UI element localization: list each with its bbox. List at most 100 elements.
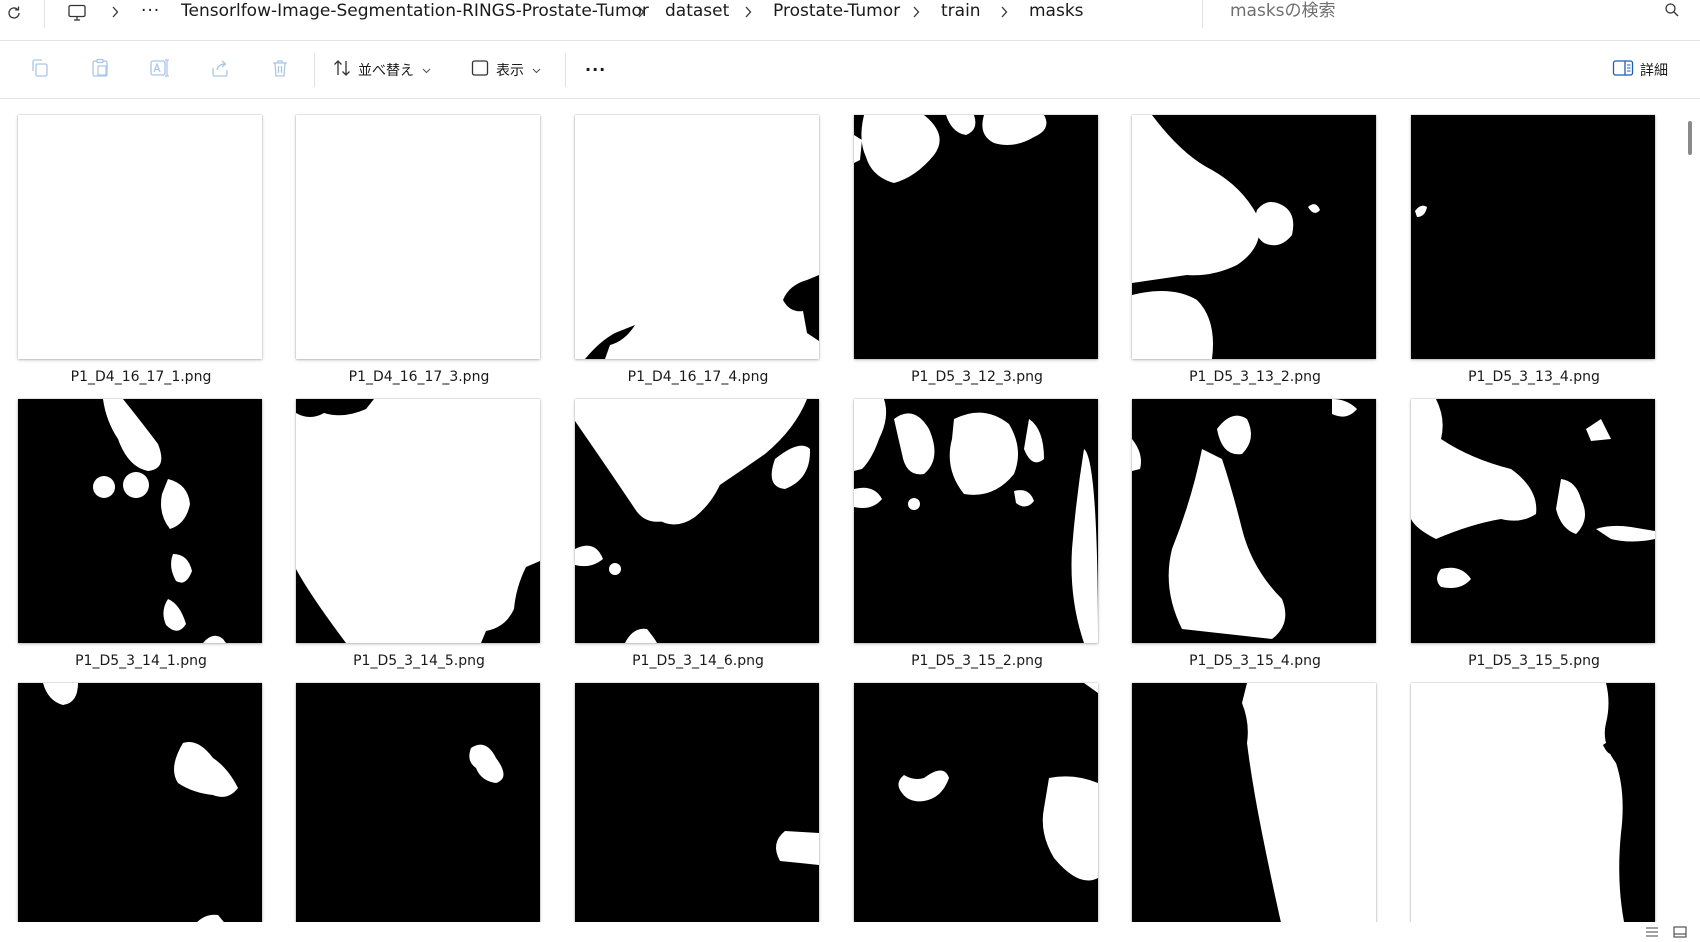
file-item[interactable]: P1_D5_3_15_4.png: [1132, 399, 1378, 669]
file-item[interactable]: P1_D5_3_14_1.png: [18, 399, 264, 669]
copy-button[interactable]: [28, 58, 52, 82]
this-pc-button[interactable]: [64, 0, 90, 30]
breadcrumb-item[interactable]: Prostate-Tumor: [773, 0, 900, 25]
refresh-icon: [6, 5, 22, 25]
file-thumbnail: [854, 683, 1098, 922]
file-item[interactable]: [18, 683, 264, 922]
delete-button[interactable]: [268, 58, 292, 82]
rename-button[interactable]: [148, 58, 172, 82]
file-thumbnail: [296, 115, 540, 359]
search-icon[interactable]: [1664, 2, 1680, 22]
copy-icon: [30, 58, 50, 82]
breadcrumb-item[interactable]: Tensorlfow-Image-Segmentation-RINGS-Pros…: [181, 0, 649, 25]
refresh-button[interactable]: [2, 0, 26, 30]
file-item[interactable]: P1_D4_16_17_4.png: [575, 115, 821, 385]
file-thumbnail: [296, 683, 540, 922]
file-item[interactable]: [854, 683, 1100, 922]
more-options-button[interactable]: ···: [585, 54, 606, 84]
details-pane-icon: [1612, 59, 1634, 81]
file-thumbnail: [854, 399, 1098, 643]
view-label: 表示: [496, 63, 524, 79]
file-name: P1_D5_3_14_1.png: [75, 653, 207, 669]
file-item[interactable]: P1_D5_3_12_3.png: [854, 115, 1100, 385]
file-thumbnail: [575, 399, 819, 643]
address-divider: [1202, 0, 1203, 28]
list-view-icon: [1645, 923, 1659, 942]
search-placeholder: masksの検索: [1230, 1, 1336, 21]
file-name: P1_D4_16_17_1.png: [70, 369, 212, 385]
share-icon: [210, 58, 230, 82]
file-grid: P1_D4_16_17_1.png P1_D4_16_17_3.png P1_D4_…: [0, 99, 1680, 922]
file-name: P1_D5_3_14_5.png: [353, 653, 485, 669]
file-name: P1_D5_3_12_3.png: [911, 369, 1043, 385]
file-name: P1_D5_3_15_5.png: [1468, 653, 1600, 669]
file-item[interactable]: [296, 683, 542, 922]
chevron-right-icon[interactable]: [108, 2, 122, 22]
search-input[interactable]: masksの検索: [1212, 0, 1700, 28]
breadcrumb-item[interactable]: train: [941, 0, 981, 25]
paste-button[interactable]: [88, 58, 112, 82]
chevron-right-icon[interactable]: [634, 2, 648, 22]
view-button[interactable]: 表示: [470, 55, 541, 85]
file-item[interactable]: [1132, 683, 1378, 922]
file-name: P1_D5_3_14_6.png: [632, 653, 764, 669]
file-item[interactable]: P1_D5_3_13_4.png: [1411, 115, 1657, 385]
toolbar-separator: [314, 53, 315, 87]
chevron-right-icon[interactable]: [741, 2, 755, 22]
large-icons-view-button[interactable]: [1672, 924, 1688, 940]
sort-button[interactable]: 並べ替え: [332, 55, 431, 85]
file-thumbnail: [575, 683, 819, 922]
view-icon: [470, 58, 490, 82]
file-name: P1_D5_3_15_2.png: [911, 653, 1043, 669]
file-item[interactable]: P1_D4_16_17_3.png: [296, 115, 542, 385]
paste-icon: [90, 58, 110, 82]
address-divider: [44, 0, 45, 28]
chevron-down-icon: [532, 62, 541, 78]
share-button[interactable]: [208, 58, 232, 82]
toolbar-separator: [565, 53, 566, 87]
file-thumbnail: [296, 399, 540, 643]
command-bar: 並べ替え 表示 ··· 詳細: [0, 41, 1700, 99]
file-thumbnail: [1411, 683, 1655, 922]
breadcrumb-item[interactable]: dataset: [665, 0, 729, 25]
file-name: P1_D4_16_17_3.png: [348, 369, 490, 385]
monitor-icon: [67, 4, 87, 26]
chevron-down-icon: [422, 62, 431, 78]
file-item[interactable]: P1_D5_3_15_5.png: [1411, 399, 1657, 669]
file-thumbnail: [1132, 115, 1376, 359]
breadcrumb-current[interactable]: masks: [1029, 0, 1084, 25]
file-thumbnail: [1132, 399, 1376, 643]
file-item[interactable]: P1_D5_3_14_6.png: [575, 399, 821, 669]
thumbnail-view-icon: [1673, 923, 1687, 942]
breadcrumb-overflow[interactable]: ···: [141, 0, 160, 25]
details-view-button[interactable]: [1644, 924, 1660, 940]
details-pane-button[interactable]: 詳細: [1612, 55, 1668, 85]
sort-icon: [332, 58, 352, 82]
file-item[interactable]: P1_D5_3_14_5.png: [296, 399, 542, 669]
file-item[interactable]: P1_D5_3_15_2.png: [854, 399, 1100, 669]
vertical-scrollbar[interactable]: [1684, 99, 1698, 922]
file-thumbnail: [1132, 683, 1376, 922]
file-item[interactable]: P1_D4_16_17_1.png: [18, 115, 264, 385]
file-thumbnail: [18, 399, 262, 643]
file-thumbnail: [1411, 115, 1655, 359]
file-thumbnail: [854, 115, 1098, 359]
file-name: P1_D5_3_13_4.png: [1468, 369, 1600, 385]
file-name: P1_D4_16_17_4.png: [627, 369, 769, 385]
sort-label: 並べ替え: [358, 63, 414, 79]
rename-icon: [149, 58, 171, 82]
trash-icon: [270, 58, 290, 82]
file-thumbnail: [18, 115, 262, 359]
file-item[interactable]: [1411, 683, 1657, 922]
file-name: P1_D5_3_15_4.png: [1189, 653, 1321, 669]
status-bar: [0, 922, 1700, 942]
chevron-right-icon[interactable]: [909, 2, 923, 22]
chevron-right-icon[interactable]: [997, 2, 1011, 22]
details-label: 詳細: [1640, 63, 1668, 79]
address-bar: ··· Tensorlfow-Image-Segmentation-RINGS-…: [0, 0, 1700, 41]
file-thumbnail: [18, 683, 262, 922]
file-thumbnail: [575, 115, 819, 359]
file-item[interactable]: P1_D5_3_13_2.png: [1132, 115, 1378, 385]
scrollbar-thumb[interactable]: [1688, 121, 1692, 155]
file-item[interactable]: [575, 683, 821, 922]
